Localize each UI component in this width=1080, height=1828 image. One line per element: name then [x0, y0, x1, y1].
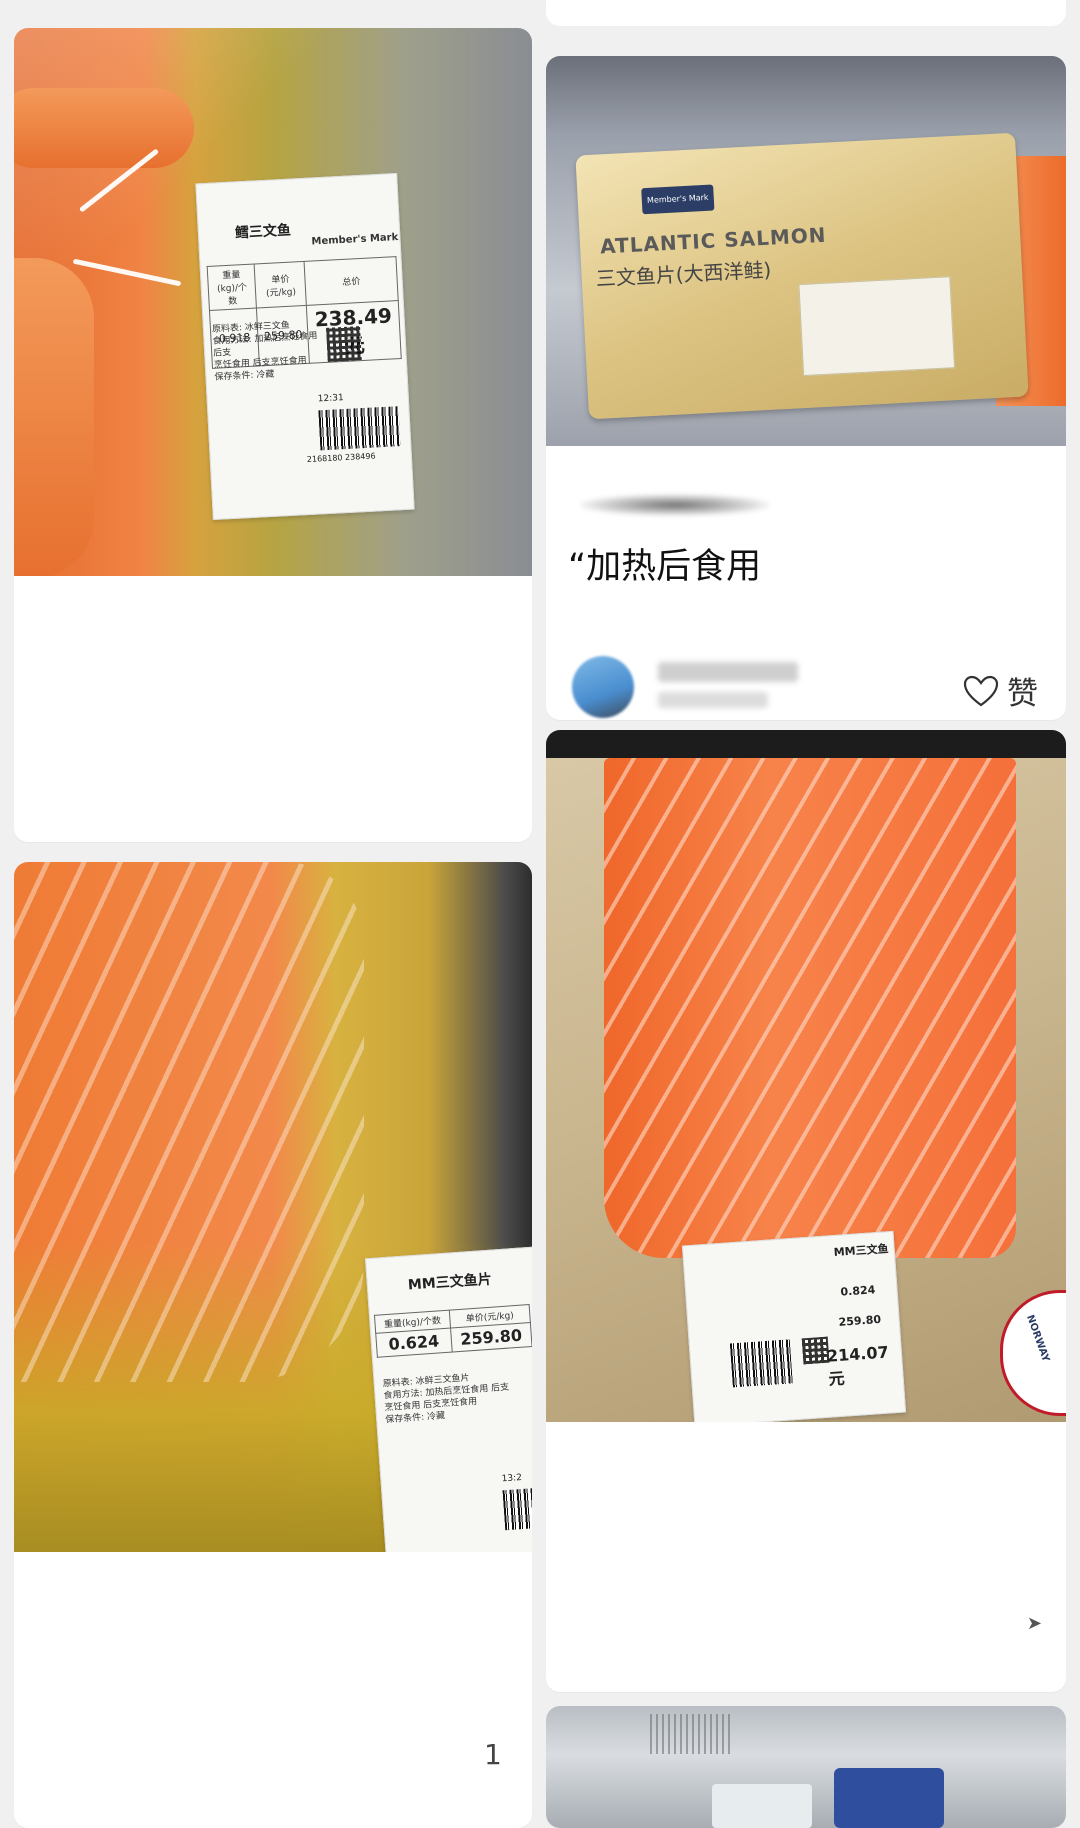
weight-value: 0.824 [840, 1283, 876, 1299]
store-sign [834, 1768, 944, 1828]
author-meta-blurred [658, 692, 768, 708]
product-package: Member's Mark ATLANTIC SALMON 三文鱼片(大西洋鲑) [575, 132, 1029, 420]
nutrition-info-panel [798, 276, 956, 377]
product-title-en: ATLANTIC SALMON [599, 222, 828, 259]
share-icon[interactable]: ➤ [1027, 1613, 1042, 1634]
product-name: MM三文鱼 [833, 1242, 889, 1260]
like-label: 赞 [1007, 676, 1038, 712]
feed-card-2[interactable]: Member's Mark ATLANTIC SALMON 三文鱼片(大西洋鲑)… [546, 56, 1066, 720]
feed-card-6[interactable] [546, 1706, 1066, 1828]
salmon-slice [14, 258, 94, 576]
author-name-blurred[interactable] [658, 662, 798, 682]
post-image[interactable]: MM三文鱼片 重量(kg)/个数 单价(元/kg) 0.624 259.80 原… [14, 862, 532, 1552]
pack-time: 13:2 [501, 1472, 523, 1485]
barcode [502, 1487, 532, 1531]
display-fridge-vent [650, 1714, 730, 1754]
price-table: 重量(kg)/个数 单价(元/kg) 0.624 259.80 [374, 1304, 532, 1358]
unit-price-value: 259.80 [450, 1322, 532, 1353]
barcode [318, 406, 401, 451]
salmon-fillet [604, 758, 1016, 1258]
avatar[interactable] [572, 656, 634, 718]
price-label: 鳕三文鱼 Member's Mark 重量(kg)/个数 单价(元/kg) 总价… [195, 172, 415, 521]
previous-card-bottom [546, 0, 1066, 26]
product-description: 原料表: 冰鲜三文鱼 食用方法: 加热后烹饪食用 后支 烹饪食用 后支烹饪食用 … [211, 320, 318, 383]
feed-card-1[interactable]: 鳕三文鱼 Member's Mark 重量(kg)/个数 单价(元/kg) 总价… [14, 28, 532, 842]
price-label: MM三文鱼片 重量(kg)/个数 单价(元/kg) 0.624 259.80 原… [364, 1246, 532, 1552]
salmon-slice [14, 88, 194, 168]
header-unit-price: 单价(元/kg) [254, 261, 307, 308]
post-image[interactable]: Member's Mark ATLANTIC SALMON 三文鱼片(大西洋鲑) [546, 56, 1066, 446]
barcode-number: 2168180 238496 [306, 451, 376, 465]
price-tag [712, 1784, 812, 1828]
barcode [729, 1339, 793, 1388]
brand-name: Member's Mark [311, 231, 399, 248]
product-name: 鳕三文鱼 [234, 222, 292, 242]
price-label: MM三文鱼 0.824 259.80 214.07元 [681, 1230, 907, 1422]
post-image[interactable]: 鳕三文鱼 Member's Mark 重量(kg)/个数 单价(元/kg) 总价… [14, 28, 532, 576]
feed-card-4[interactable]: MM三文鱼 0.824 259.80 214.07元 NORWAY ➤ [546, 730, 1066, 1692]
page-number: 1 [484, 1738, 502, 1771]
total-value: 214.07元 [826, 1342, 890, 1389]
product-name: MM三文鱼片 [407, 1271, 493, 1294]
qr-code [326, 326, 362, 362]
heart-icon [963, 675, 999, 706]
badge-text: NORWAY [1024, 1313, 1052, 1364]
pack-time: 12:31 [317, 393, 344, 405]
like-button[interactable]: 赞 [963, 668, 1038, 713]
post-image[interactable] [546, 1706, 1066, 1828]
glare-line [72, 258, 182, 287]
blurred-text [580, 494, 770, 516]
salmon-fillet [14, 862, 364, 1382]
header-weight: 重量(kg)/个数 [207, 264, 257, 311]
header-total: 总价 [304, 256, 399, 306]
brand-logo: Member's Mark [641, 184, 715, 215]
qr-code [801, 1336, 830, 1365]
product-description: 原料表: 冰鲜三文鱼片 食用方法: 加热后烹饪食用 后支 烹饪食用 后支烹饪食用… [382, 1373, 510, 1426]
feed-card-3[interactable]: MM三文鱼片 重量(kg)/个数 单价(元/kg) 0.624 259.80 原… [14, 862, 532, 1828]
post-title[interactable]: “加热后食用 [568, 538, 761, 589]
weight-value: 0.624 [375, 1328, 453, 1358]
product-title-cn: 三文鱼片(大西洋鲑) [595, 257, 772, 291]
unit-price-value: 259.80 [838, 1312, 882, 1329]
post-image[interactable]: MM三文鱼 0.824 259.80 214.07元 NORWAY [546, 730, 1066, 1422]
